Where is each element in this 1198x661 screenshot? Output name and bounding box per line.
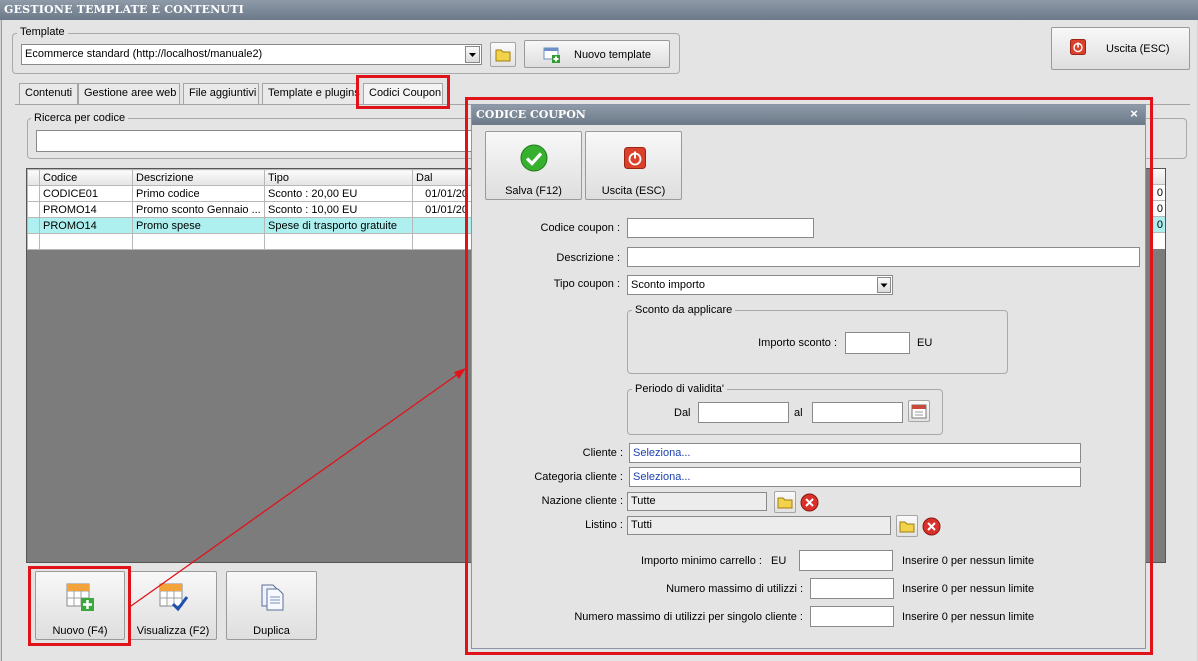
exit-main-button[interactable]: Uscita (ESC) — [1051, 27, 1190, 70]
categoria-field[interactable]: Seleziona... — [629, 467, 1081, 487]
descrizione-input[interactable] — [627, 247, 1140, 267]
calendar-icon[interactable] — [908, 400, 930, 422]
new-template-button[interactable]: Nuovo template — [524, 40, 670, 68]
template-select-value: Ecommerce standard (http://localhost/man… — [25, 48, 263, 60]
folder-icon[interactable] — [490, 42, 516, 67]
chevron-down-icon[interactable] — [877, 277, 891, 293]
dal-input[interactable] — [698, 402, 789, 423]
tab-file-aggiuntivi[interactable]: File aggiuntivi — [183, 83, 259, 104]
close-icon[interactable]: × — [1127, 107, 1141, 121]
search-input[interactable] — [36, 130, 472, 152]
new-template-label: Nuovo template — [574, 49, 652, 61]
descrizione-label: Descrizione : — [556, 252, 620, 264]
importo-label: Importo sconto : — [758, 337, 837, 349]
table-right-edge: 0 0 0 — [1151, 169, 1165, 249]
search-group-label: Ricerca per codice — [31, 112, 129, 124]
tab-gestione-aree-web[interactable]: Gestione aree web — [78, 83, 180, 104]
nazione-label: Nazione cliente : — [541, 495, 623, 507]
window-title: GESTIONE TEMPLATE E CONTENUTI — [0, 0, 1198, 20]
nazione-field: Tutte — [627, 492, 767, 511]
duplicate-button-label: Duplica — [253, 625, 290, 637]
al-label: al — [794, 407, 803, 419]
dialog-title: CODICE COUPON — [472, 105, 1145, 125]
power-icon — [624, 147, 646, 169]
codice-label: Codice coupon : — [540, 222, 621, 234]
column-header[interactable]: Tipo — [264, 169, 413, 186]
table-header-row: Codice Descrizione Tipo Dal — [27, 169, 472, 186]
tab-contenuti[interactable]: Contenuti — [19, 83, 78, 104]
codice-input[interactable] — [627, 218, 814, 238]
dal-label: Dal — [674, 407, 691, 419]
min-carrello-hint: Inserire 0 per nessun limite — [902, 555, 1035, 567]
folder-icon[interactable] — [774, 491, 796, 513]
table-row-empty[interactable] — [27, 233, 472, 250]
save-button[interactable]: Salva (F12) — [485, 131, 582, 200]
tipo-label: Tipo coupon : — [553, 278, 620, 290]
save-button-label: Salva (F12) — [505, 185, 562, 197]
tipo-select[interactable]: Sconto importo — [627, 275, 893, 295]
sconto-group-label: Sconto da applicare — [632, 304, 736, 316]
grid-check-icon — [159, 583, 189, 612]
tab-template-plugins[interactable]: Template e plugins — [262, 83, 360, 104]
exit-button[interactable]: Uscita (ESC) — [585, 131, 682, 200]
al-input[interactable] — [812, 402, 903, 423]
min-carrello-unit: EU — [771, 555, 787, 567]
column-header[interactable]: Dal — [412, 169, 472, 186]
min-carrello-label: Importo minimo carrello : — [640, 555, 762, 567]
listino-field: Tutti — [627, 516, 891, 535]
categoria-label: Categoria cliente : — [534, 471, 623, 483]
copy-document-icon — [261, 584, 284, 611]
coupon-table: Codice Descrizione Tipo Dal CODICE01 Pri… — [27, 169, 472, 250]
max-utilizzi-label: Numero massimo di utilizzi : — [666, 583, 803, 595]
view-button-label: Visualizza (F2) — [136, 625, 210, 637]
min-carrello-input[interactable] — [799, 550, 893, 571]
cliente-field[interactable]: Seleziona... — [629, 443, 1081, 463]
checkmark-icon — [520, 144, 548, 172]
duplicate-button[interactable]: Duplica — [226, 571, 317, 640]
column-header[interactable]: Codice — [39, 169, 133, 186]
clear-icon[interactable] — [800, 493, 819, 512]
table-row[interactable]: CODICE01 Primo codice Sconto : 20,00 EU … — [27, 185, 472, 202]
power-icon — [1070, 39, 1086, 55]
exit-main-label: Uscita (ESC) — [1106, 43, 1170, 55]
template-group-label: Template — [17, 26, 68, 38]
listino-label: Listino : — [585, 519, 623, 531]
exit-button-label: Uscita (ESC) — [601, 185, 666, 197]
tab-highlight — [356, 75, 450, 109]
max-cliente-input[interactable] — [810, 606, 894, 627]
folder-icon[interactable] — [896, 515, 918, 537]
column-header[interactable]: Descrizione — [132, 169, 265, 186]
max-cliente-label: Numero massimo di utilizzi per singolo c… — [574, 611, 803, 623]
cliente-label: Cliente : — [582, 447, 623, 459]
coupon-dialog: CODICE COUPON × Salva (F12) Uscita (ESC)… — [471, 104, 1146, 649]
periodo-group-label: Periodo di validita' — [632, 383, 727, 395]
clear-icon[interactable] — [922, 517, 941, 536]
new-button-highlight — [28, 566, 131, 646]
table-row-selected[interactable]: PROMO14 Promo spese Spese di trasporto g… — [27, 217, 472, 234]
max-utilizzi-input[interactable] — [810, 578, 894, 599]
grid-add-icon — [543, 47, 560, 63]
view-button[interactable]: Visualizza (F2) — [129, 571, 217, 640]
importo-input[interactable] — [845, 332, 910, 354]
table-row[interactable]: PROMO14 Promo sconto Gennaio ... Sconto … — [27, 201, 472, 218]
chevron-down-icon[interactable] — [465, 46, 480, 63]
max-utilizzi-hint: Inserire 0 per nessun limite — [902, 583, 1035, 595]
max-cliente-hint: Inserire 0 per nessun limite — [902, 611, 1035, 623]
importo-unit: EU — [917, 337, 933, 349]
template-select[interactable]: Ecommerce standard (http://localhost/man… — [21, 44, 482, 65]
